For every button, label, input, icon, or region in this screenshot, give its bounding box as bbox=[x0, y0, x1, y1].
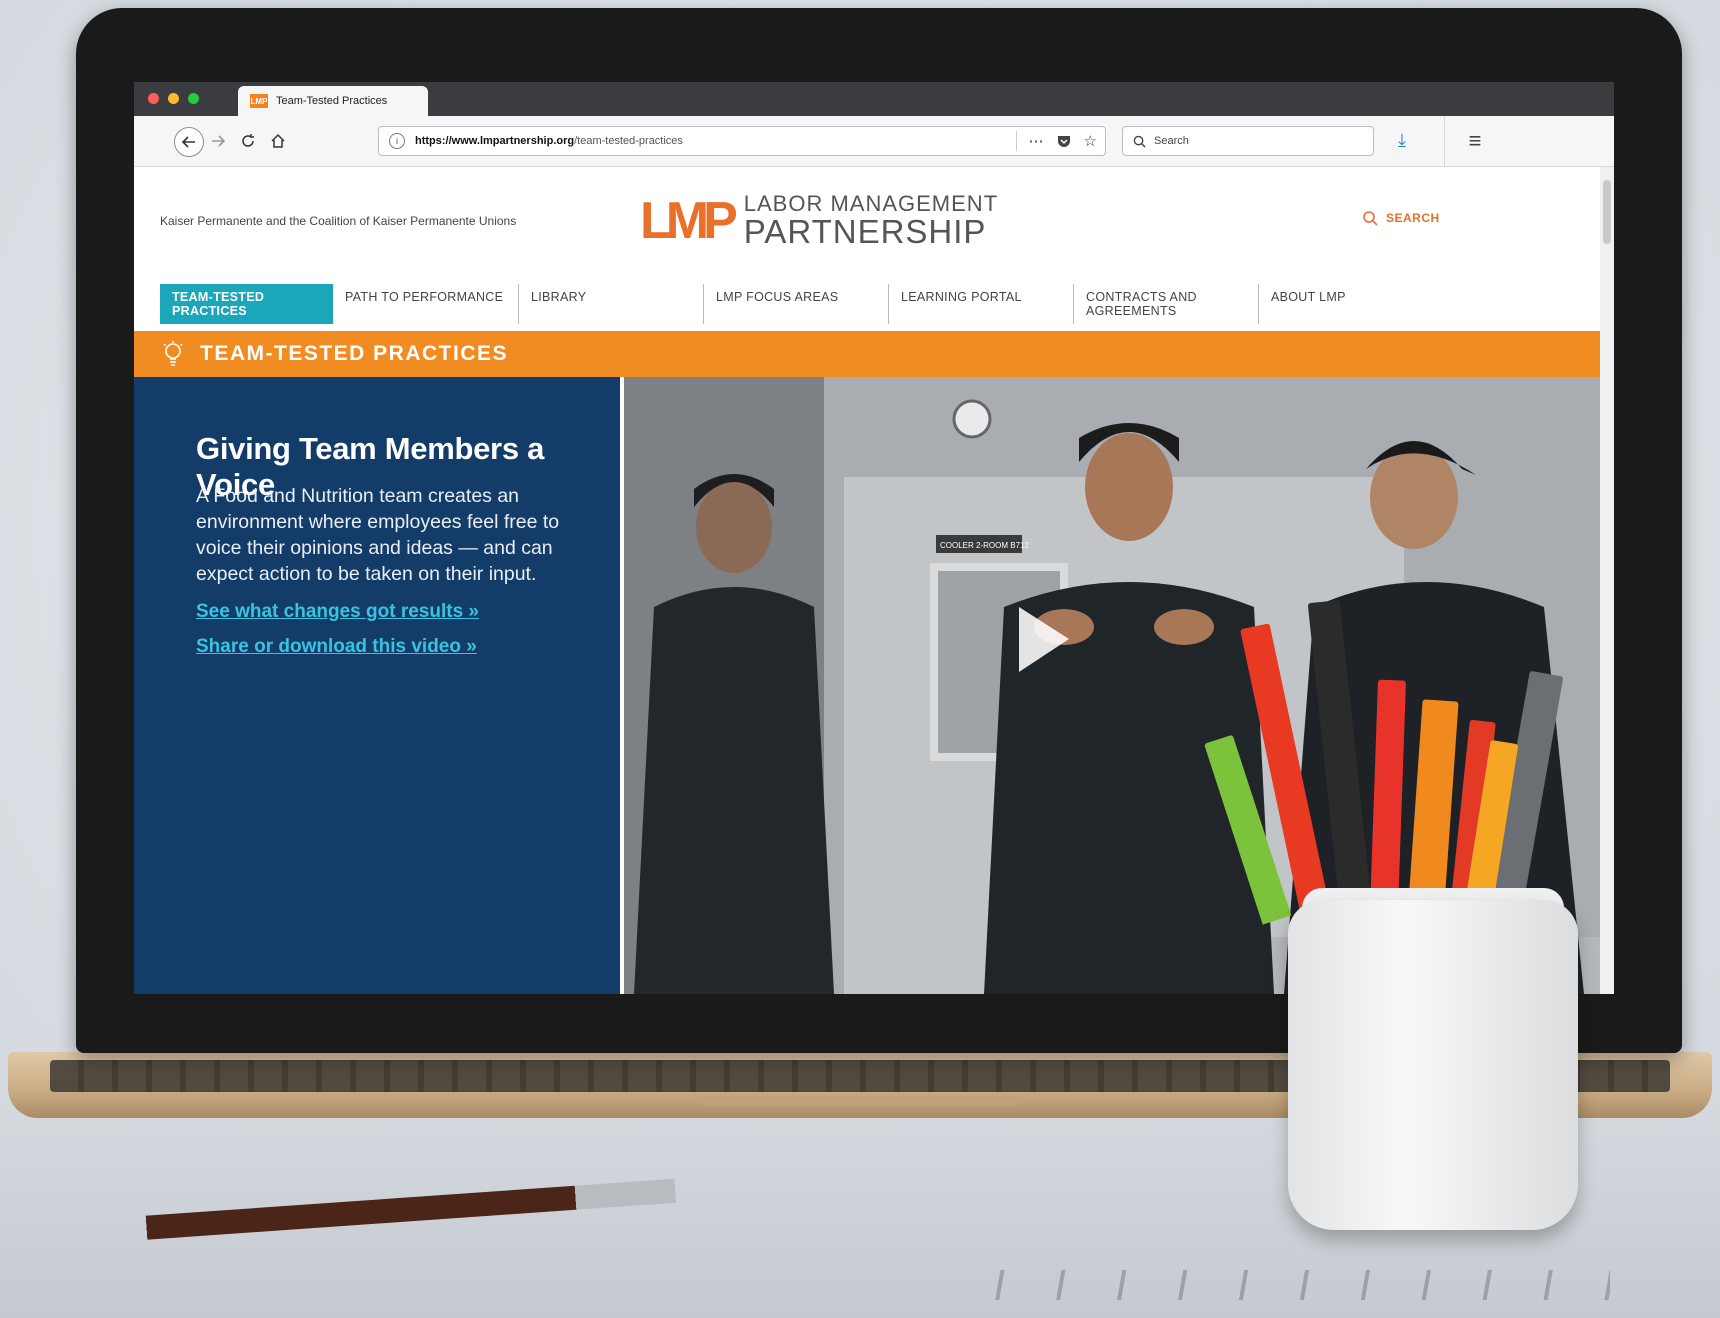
site-search-button[interactable]: SEARCH bbox=[1362, 210, 1440, 226]
nav-item-learning-portal[interactable]: LEARNING PORTAL bbox=[888, 284, 1073, 324]
laptop-notch bbox=[700, 1096, 1020, 1106]
url-divider bbox=[1015, 131, 1017, 151]
door-sign: COOLER 2-ROOM B712 bbox=[940, 541, 1029, 550]
logo-line-1: LABOR MANAGEMENT bbox=[743, 191, 999, 216]
site-tagline: Kaiser Permanente and the Coalition of K… bbox=[160, 214, 517, 228]
share-video-link[interactable]: Share or download this video » bbox=[196, 636, 477, 658]
url-path: /team-tested-practices bbox=[574, 135, 683, 147]
hamburger-menu-icon[interactable]: ≡ bbox=[1444, 116, 1505, 166]
reload-button[interactable] bbox=[234, 127, 262, 155]
browser-tab[interactable]: LMP Team-Tested Practices bbox=[238, 86, 428, 116]
back-arrow-icon bbox=[181, 136, 195, 148]
forward-button[interactable] bbox=[204, 127, 232, 155]
browser-search-placeholder: Search bbox=[1154, 135, 1189, 147]
paper-clips bbox=[970, 1270, 1610, 1300]
bookmark-star-icon[interactable]: ☆ bbox=[1084, 132, 1097, 150]
hero-description: A Food and Nutrition team creates an env… bbox=[196, 485, 560, 585]
url-host: https://www.lmpartnership.org bbox=[415, 135, 575, 147]
section-banner: TEAM-TESTED PRACTICES bbox=[134, 331, 1600, 377]
maximize-window-button[interactable] bbox=[188, 93, 199, 104]
downloads-icon[interactable]: ⤓ bbox=[1398, 130, 1406, 151]
reload-icon bbox=[242, 134, 254, 147]
lightbulb-icon bbox=[163, 341, 183, 366]
browser-toolbar: i https://www.lmpartnership.org/team-tes… bbox=[134, 116, 1614, 167]
home-icon bbox=[271, 133, 285, 148]
page-actions-icon[interactable]: ⋯ bbox=[1029, 132, 1044, 150]
nav-item-about-lmp[interactable]: ABOUT LMP bbox=[1258, 284, 1443, 324]
close-window-button[interactable] bbox=[148, 93, 159, 104]
page-scrollbar[interactable] bbox=[1600, 167, 1614, 994]
tab-bar: LMP Team-Tested Practices bbox=[134, 82, 1614, 116]
pencil-cup bbox=[1288, 900, 1578, 1230]
minimize-window-button[interactable] bbox=[168, 93, 179, 104]
nav-item-lmp-focus-areas[interactable]: LMP FOCUS AREAS bbox=[703, 284, 888, 324]
results-link[interactable]: See what changes got results » bbox=[196, 601, 479, 623]
nav-item-contracts-and-agreements[interactable]: CONTRACTS AND AGREEMENTS bbox=[1073, 284, 1258, 324]
tab-title: Team-Tested Practices bbox=[276, 95, 388, 107]
search-icon bbox=[1363, 211, 1378, 226]
search-icon bbox=[1133, 135, 1146, 148]
browser-search-box[interactable]: Search bbox=[1122, 126, 1374, 156]
pocket-icon[interactable] bbox=[1056, 133, 1072, 149]
home-button[interactable] bbox=[264, 127, 292, 155]
window-controls bbox=[148, 93, 199, 104]
back-button[interactable] bbox=[174, 127, 204, 157]
url-actions: ⋯ ☆ bbox=[1015, 131, 1097, 151]
favicon-icon: LMP bbox=[250, 94, 268, 108]
banner-title: TEAM-TESTED PRACTICES bbox=[200, 342, 509, 365]
nav-item-path-to-performance[interactable]: PATH TO PERFORMANCE bbox=[333, 284, 518, 324]
site-info-icon[interactable]: i bbox=[389, 133, 405, 149]
logo-wordmark: LABOR MANAGEMENT PARTNERSHIP bbox=[743, 191, 999, 250]
nav-item-team-tested-practices[interactable]: TEAM-TESTED PRACTICES bbox=[160, 284, 333, 324]
logo-line-2: PARTNERSHIP bbox=[743, 213, 987, 250]
forward-arrow-icon bbox=[212, 135, 226, 147]
scrollbar-thumb[interactable] bbox=[1603, 180, 1611, 244]
main-nav: TEAM-TESTED PRACTICES PATH TO PERFORMANC… bbox=[160, 284, 1443, 324]
site-search-label: SEARCH bbox=[1386, 211, 1440, 225]
hero-text-panel: Giving Team Members a Voice A Food and N… bbox=[134, 377, 620, 994]
nav-item-library[interactable]: LIBRARY bbox=[518, 284, 703, 324]
site-logo[interactable]: LMP LABOR MANAGEMENT PARTNERSHIP bbox=[640, 191, 999, 250]
logo-mark: LMP bbox=[640, 191, 738, 250]
address-bar[interactable]: i https://www.lmpartnership.org/team-tes… bbox=[378, 126, 1106, 156]
